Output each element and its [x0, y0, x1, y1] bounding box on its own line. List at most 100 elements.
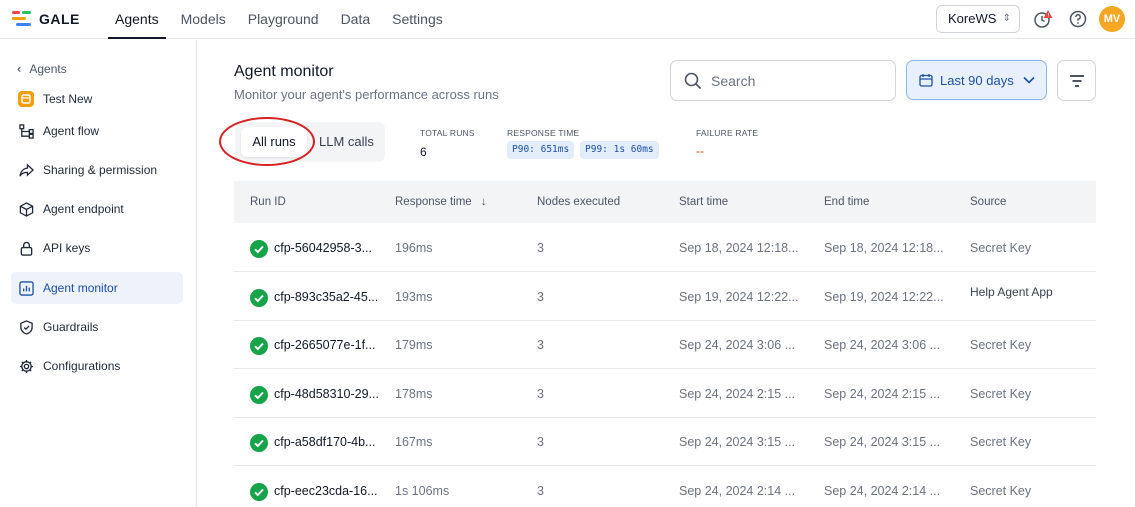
cell-end-time: Sep 24, 2024 2:15 ... [824, 386, 941, 401]
sidebar-item-agent-flow[interactable]: Agent flow [11, 115, 183, 147]
sidebar-item-label: Sharing & permission [43, 163, 158, 177]
user-avatar[interactable]: MV [1099, 6, 1125, 32]
lock-icon [18, 240, 34, 256]
run-type-tabs: All runs LLM calls [235, 122, 385, 162]
cell-source: Secret Key [970, 483, 1032, 498]
success-check-icon [250, 434, 268, 452]
back-to-agents-link[interactable]: ‹ Agents [17, 61, 67, 76]
cell-source: Secret Key [970, 241, 1032, 255]
help-button[interactable] [1068, 9, 1088, 29]
cell-response-time: 196ms [395, 241, 433, 255]
cell-nodes-executed: 3 [537, 386, 544, 401]
cell-run-id[interactable]: cfp-2665077e-1f... [274, 338, 375, 352]
notifications-button[interactable]: ! [1033, 9, 1053, 29]
help-icon [1069, 10, 1087, 28]
updown-chevron-icon: ⇕ [1002, 13, 1011, 24]
col-nodes-executed[interactable]: Nodes executed [537, 181, 620, 223]
top-navbar: GALE Agents Models Playground Data Setti… [0, 0, 1135, 39]
failure-rate-label: FAILURE RATE [696, 128, 759, 138]
cell-source: Secret Key [970, 386, 1032, 401]
col-response-time-label: Response time [395, 196, 472, 208]
col-end-time[interactable]: End time [824, 181, 869, 223]
total-runs-value: 6 [420, 145, 427, 159]
tab-all-runs[interactable]: All runs [241, 127, 307, 157]
col-source[interactable]: Source [970, 181, 1006, 223]
chevron-left-icon: ‹ [17, 61, 22, 76]
cell-run-id[interactable]: cfp-893c35a2-45... [274, 290, 378, 304]
sidebar-item-label: Agent endpoint [43, 202, 124, 216]
success-check-icon [250, 288, 268, 307]
cell-end-time: Sep 24, 2024 3:06 ... [824, 338, 941, 352]
page-subtitle: Monitor your agent's performance across … [234, 87, 499, 102]
nav-models[interactable]: Models [174, 0, 233, 39]
cell-source: Help Agent App [970, 284, 1053, 299]
cell-start-time: Sep 24, 2024 3:06 ... [679, 338, 796, 352]
response-time-label: RESPONSE TIME [507, 128, 580, 138]
sidebar-item-label: Agent monitor [43, 281, 118, 295]
sidebar-item-sharing[interactable]: Sharing & permission [11, 154, 183, 186]
back-label: Agents [29, 61, 67, 76]
gale-logo-icon [12, 10, 32, 28]
cell-run-id[interactable]: cfp-48d58310-29... [274, 387, 379, 401]
table-row[interactable]: cfp-56042958-3... 196ms 3 Sep 18, 2024 12:1… [234, 224, 1096, 272]
success-check-icon [250, 482, 268, 501]
cell-run-id[interactable]: cfp-a58df170-4b... [274, 435, 375, 449]
filter-button[interactable] [1057, 60, 1096, 101]
table-row[interactable]: cfp-893c35a2-45... 193ms 3 Sep 19, 2024 12:… [234, 273, 1096, 321]
sidebar-item-agent-monitor[interactable]: Agent monitor [11, 272, 183, 304]
col-response-time[interactable]: Response time ↓ [395, 181, 487, 223]
cell-response-time: 167ms [395, 435, 433, 449]
nav-settings[interactable]: Settings [385, 0, 450, 39]
cell-start-time: Sep 19, 2024 12:22... [679, 289, 799, 304]
cell-nodes-executed: 3 [537, 338, 544, 352]
sidebar-item-configurations[interactable]: Configurations [11, 350, 183, 382]
nav-data[interactable]: Data [334, 0, 378, 39]
cell-nodes-executed: 3 [537, 435, 544, 449]
sidebar-item-api-keys[interactable]: API keys [11, 232, 183, 264]
search-input[interactable] [711, 72, 881, 89]
gear-icon [18, 358, 34, 374]
gale-logo[interactable]: GALE [12, 10, 80, 28]
agent-app-icon [18, 91, 34, 107]
sidebar-item-guardrails[interactable]: Guardrails [11, 311, 183, 343]
date-range-button[interactable]: Last 90 days [906, 60, 1047, 100]
cell-end-time: Sep 18, 2024 12:18... [824, 241, 944, 255]
success-check-icon [250, 240, 268, 258]
sidebar-item-label: Configurations [43, 359, 121, 373]
table-header: Run ID Response time ↓ Nodes executed St… [234, 181, 1096, 223]
chevron-down-icon [1023, 76, 1035, 84]
svg-text:!: ! [1047, 12, 1049, 19]
workspace-select[interactable]: KoreWS ⇕ [936, 5, 1020, 33]
table-row[interactable]: cfp-eec23cda-16... 1s 106ms 3 Sep 24, 2024 … [234, 467, 1096, 507]
table-row[interactable]: cfp-a58df170-4b... 167ms 3 Sep 24, 2024 3:1… [234, 418, 1096, 466]
sidebar: ‹ Agents Test New Agent flow Sharing & p… [0, 40, 197, 507]
sidebar-item-label: Test New [43, 92, 93, 106]
col-run-id[interactable]: Run ID [250, 181, 286, 223]
cell-end-time: Sep 24, 2024 3:15 ... [824, 435, 941, 449]
sidebar-item-agent-endpoint[interactable]: Agent endpoint [11, 193, 183, 225]
cell-source: Secret Key [970, 338, 1032, 352]
sidebar-item-test-new[interactable]: Test New [11, 83, 183, 115]
workspace-label: KoreWS [948, 11, 997, 26]
search-box[interactable] [670, 60, 896, 101]
cell-run-id[interactable]: cfp-eec23cda-16... [274, 484, 378, 498]
share-icon [18, 162, 34, 178]
main-nav: Agents Models Playground Data Settings [108, 0, 458, 39]
cell-end-time: Sep 19, 2024 12:22... [824, 289, 944, 304]
cube-icon [18, 201, 34, 217]
cell-run-id[interactable]: cfp-56042958-3... [274, 241, 372, 255]
col-start-time[interactable]: Start time [679, 181, 728, 223]
clock-alert-icon: ! [1034, 10, 1053, 28]
page-title: Agent monitor [234, 63, 334, 80]
logo-text: GALE [39, 11, 80, 27]
table-row[interactable]: cfp-2665077e-1f... 179ms 3 Sep 24, 2024 3:0… [234, 321, 1096, 369]
flow-icon [18, 123, 34, 139]
nav-agents[interactable]: Agents [108, 0, 166, 39]
cell-response-time: 179ms [395, 338, 433, 352]
cell-start-time: Sep 24, 2024 3:15 ... [679, 435, 796, 449]
table-row[interactable]: cfp-48d58310-29... 178ms 3 Sep 24, 2024 2:1… [234, 370, 1096, 418]
nav-playground[interactable]: Playground [241, 0, 326, 39]
cell-start-time: Sep 24, 2024 2:14 ... [679, 483, 796, 498]
cell-nodes-executed: 3 [537, 241, 544, 255]
tab-llm-calls[interactable]: LLM calls [319, 127, 374, 157]
